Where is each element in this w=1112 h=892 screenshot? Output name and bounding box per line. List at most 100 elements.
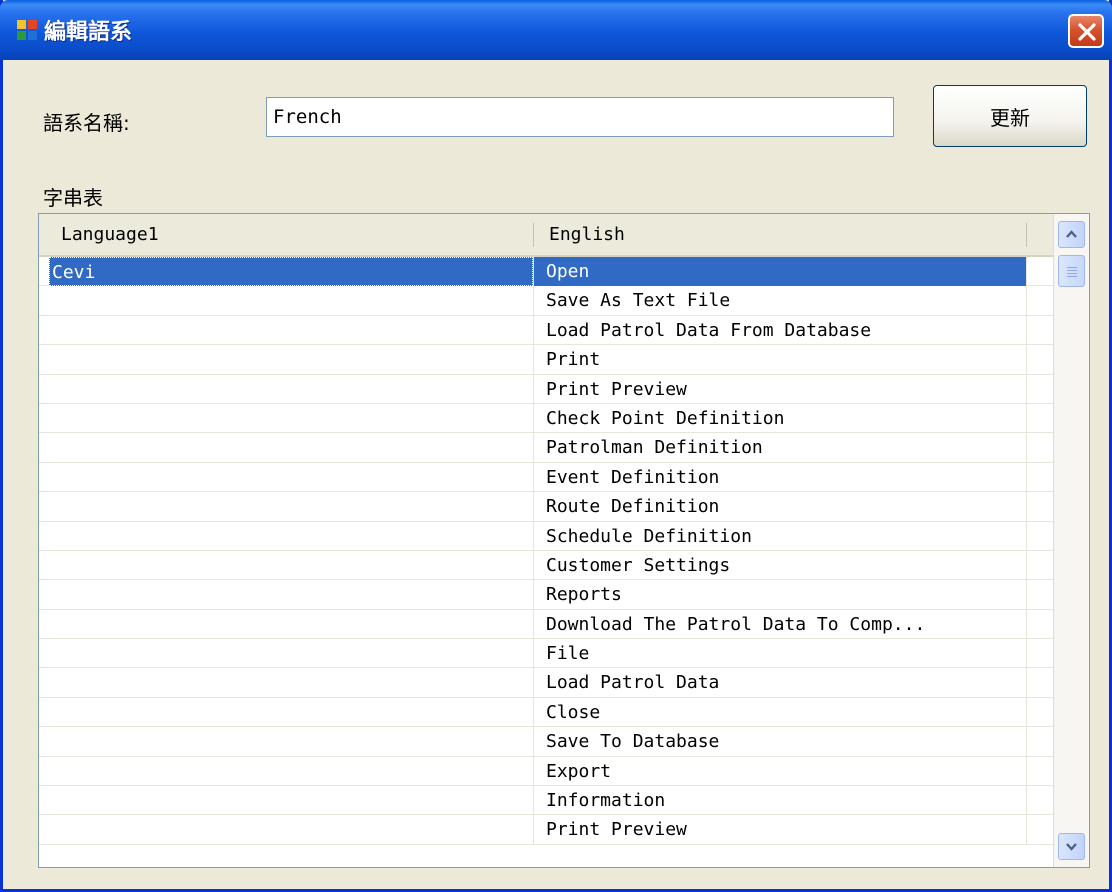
table-row[interactable]: Print	[39, 345, 1053, 375]
cell-filler	[1026, 374, 1053, 404]
close-button[interactable]	[1068, 14, 1104, 48]
cell-filler	[1026, 550, 1053, 580]
cell-filler	[1026, 433, 1053, 463]
cell-english[interactable]: Reports	[533, 580, 1026, 610]
cell-english[interactable]: Customer Settings	[533, 550, 1026, 580]
cell-language1[interactable]	[49, 786, 533, 815]
cell-language1[interactable]	[49, 522, 533, 551]
cell-english[interactable]: Print Preview	[533, 815, 1026, 845]
table-row[interactable]: Close	[39, 697, 1053, 728]
table-row[interactable]: Print Preview	[39, 374, 1053, 404]
chevron-down-icon	[1066, 843, 1077, 851]
cell-language1[interactable]	[49, 345, 533, 374]
table-row[interactable]: Information	[39, 786, 1053, 816]
cell-language1[interactable]	[49, 551, 533, 580]
cell-filler	[1026, 286, 1053, 316]
language-name-input[interactable]	[266, 97, 894, 137]
cell-language1[interactable]	[49, 668, 533, 697]
cell-filler	[1026, 668, 1053, 698]
table-row[interactable]: Reports	[39, 580, 1053, 610]
scroll-up-button[interactable]	[1058, 221, 1085, 248]
cell-english[interactable]: Print	[533, 345, 1026, 375]
window-title: 編輯語系	[44, 20, 133, 45]
cell-english[interactable]: Print Preview	[533, 374, 1026, 404]
cell-language1[interactable]	[49, 727, 533, 756]
column-header-language1[interactable]: Language1	[39, 214, 533, 255]
string-table-grid[interactable]: Language1 English Cevi Open Save As Text F…	[38, 213, 1090, 868]
cell-english[interactable]: Save To Database	[533, 727, 1026, 757]
cell-english[interactable]: Load Patrol Data From Database	[533, 315, 1026, 345]
cell-english[interactable]: Information	[533, 786, 1026, 816]
title-bar[interactable]: 編輯語系	[0, 0, 1112, 60]
cell-language1[interactable]	[49, 463, 533, 492]
table-row[interactable]: Export	[39, 756, 1053, 787]
column-divider[interactable]	[1026, 223, 1027, 247]
table-row[interactable]: Load Patrol Data	[39, 668, 1053, 698]
cell-english[interactable]: Save As Text File	[533, 286, 1026, 316]
cell-language1[interactable]	[49, 698, 533, 727]
cell-language1[interactable]: Cevi	[49, 257, 533, 286]
table-row[interactable]: Save To Database	[39, 727, 1053, 757]
grid-rows: Cevi Open Save As Text File Load Patrol Dat…	[39, 257, 1053, 845]
cell-filler	[1026, 756, 1053, 786]
scroll-down-button[interactable]	[1058, 833, 1085, 860]
table-row[interactable]: Save As Text File	[39, 286, 1053, 316]
cell-english[interactable]: Close	[533, 697, 1026, 727]
cell-language1[interactable]	[49, 757, 533, 786]
table-row[interactable]: Load Patrol Data From Database	[39, 315, 1053, 346]
table-row[interactable]: Customer Settings	[39, 550, 1053, 581]
cell-filler	[1026, 815, 1053, 845]
cell-language1[interactable]	[49, 492, 533, 521]
cell-english[interactable]: Event Definition	[533, 462, 1026, 492]
update-button[interactable]: 更新	[933, 85, 1087, 147]
table-row[interactable]: Cevi Open	[39, 257, 1053, 287]
dialog-window: 編輯語系 語系名稱: 更新 字串表 Language1 English Cevi…	[0, 0, 1112, 892]
cell-english[interactable]: Download The Patrol Data To Comp...	[533, 609, 1026, 639]
cell-filler	[1026, 580, 1053, 610]
cell-filler	[1026, 315, 1053, 345]
cell-english[interactable]: Schedule Definition	[533, 521, 1026, 551]
cell-language1[interactable]	[49, 286, 533, 315]
cell-language1[interactable]	[49, 815, 533, 844]
cell-filler	[1026, 462, 1053, 492]
app-window-icon	[17, 20, 37, 40]
cell-english[interactable]: Load Patrol Data	[533, 668, 1026, 698]
cell-filler	[1026, 521, 1053, 551]
cell-english[interactable]: Open	[533, 257, 1026, 286]
cell-english[interactable]: Export	[533, 756, 1026, 786]
cell-language1[interactable]	[49, 639, 533, 668]
cell-filler	[1026, 403, 1053, 433]
cell-language1[interactable]	[49, 580, 533, 609]
cell-english[interactable]: Check Point Definition	[533, 403, 1026, 433]
table-row[interactable]: Event Definition	[39, 462, 1053, 493]
grid-header: Language1 English	[39, 214, 1053, 257]
close-icon	[1078, 23, 1096, 41]
string-table-label: 字串表	[43, 186, 103, 210]
cell-english[interactable]: Patrolman Definition	[533, 433, 1026, 463]
cell-language1[interactable]	[49, 375, 533, 404]
table-row[interactable]: Check Point Definition	[39, 403, 1053, 434]
cell-filler	[1026, 786, 1053, 816]
vertical-scrollbar[interactable]	[1053, 214, 1089, 867]
table-row[interactable]: Download The Patrol Data To Comp...	[39, 609, 1053, 640]
cell-language1[interactable]	[49, 316, 533, 345]
chevron-up-icon	[1066, 230, 1077, 238]
cell-filler	[1026, 639, 1053, 669]
table-row[interactable]: Patrolman Definition	[39, 433, 1053, 463]
cell-filler	[1026, 697, 1053, 727]
cell-filler	[1026, 609, 1053, 639]
cell-filler	[1026, 492, 1053, 522]
cell-language1[interactable]	[49, 610, 533, 639]
table-row[interactable]: Route Definition	[39, 492, 1053, 522]
cell-language1[interactable]	[49, 404, 533, 433]
cell-language1[interactable]	[49, 433, 533, 462]
cell-filler	[1026, 727, 1053, 757]
cell-english[interactable]: Route Definition	[533, 492, 1026, 522]
scroll-thumb[interactable]	[1058, 255, 1085, 287]
cell-english[interactable]: File	[533, 639, 1026, 669]
table-row[interactable]: File	[39, 639, 1053, 669]
table-row[interactable]: Print Preview	[39, 815, 1053, 845]
column-header-english[interactable]: English	[533, 214, 1026, 255]
table-row[interactable]: Schedule Definition	[39, 521, 1053, 551]
cell-filler	[1026, 345, 1053, 375]
